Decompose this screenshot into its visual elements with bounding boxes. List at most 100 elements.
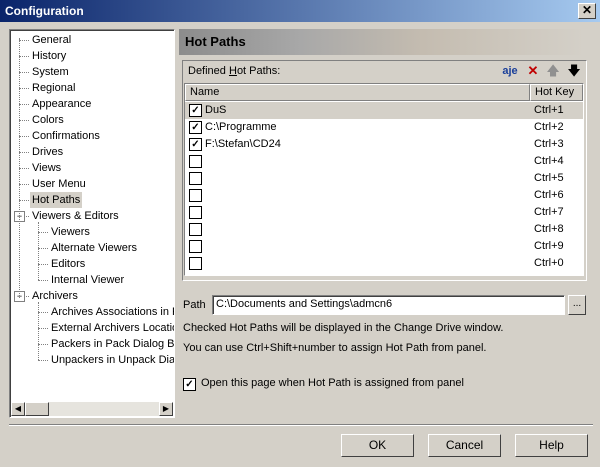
row-checkbox[interactable] [189,155,202,168]
table-row[interactable]: Ctrl+6 [185,187,583,204]
tree-connector [38,344,48,345]
tree-item[interactable]: Confirmations [32,128,100,144]
row-hotkey: Ctrl+2 [534,121,564,133]
tree-item[interactable]: Packers in Pack Dialog B [51,336,174,352]
table-row[interactable]: ✓ C:\Programme Ctrl+2 [185,119,583,136]
tree-item[interactable]: External Archivers Locatio [51,320,174,336]
column-header-name[interactable]: Name [185,84,530,101]
ok-button[interactable]: OK [341,434,414,457]
row-checkbox[interactable] [189,257,202,270]
tree-item[interactable]: Editors [51,256,85,272]
open-page-label[interactable]: Open this page when Hot Path is assigned… [201,377,464,389]
tree-connector [19,72,29,73]
row-checkbox[interactable]: ✓ [189,121,202,134]
browse-button[interactable]: ... [568,295,586,315]
path-input[interactable]: C:\Documents and Settings\admcn6 [212,295,565,315]
tree-connector [19,56,29,57]
table-row[interactable]: Ctrl+7 [185,204,583,221]
help-button[interactable]: Help [515,434,588,457]
row-checkbox[interactable] [189,189,202,202]
tree-item[interactable]: User Menu [32,176,86,192]
tree-item[interactable]: Archives Associations in F [51,304,174,320]
row-hotkey: Ctrl+7 [534,206,564,218]
tree-connector [38,328,48,329]
tree-connector [38,302,39,360]
table-row[interactable]: Ctrl+5 [185,170,583,187]
row-hotkey: Ctrl+5 [534,172,564,184]
tree-connector [38,222,39,280]
row-name: C:\Programme [205,121,277,133]
window-title: Configuration [5,4,84,18]
tree-item[interactable]: Viewers [51,224,90,240]
tree-connector [19,88,29,89]
tree-item[interactable]: Alternate Viewers [51,240,137,256]
settings-tree[interactable]: ◀ ▶ General History System Regional Appearan… [9,29,175,418]
row-checkbox[interactable]: ✓ [189,138,202,151]
tree-connector [19,40,29,41]
row-checkbox[interactable]: ✓ [189,104,202,117]
tree-connector [38,264,48,265]
tree-connector [19,120,29,121]
tree-item[interactable]: Hot Paths [30,192,83,208]
move-down-icon[interactable]: 🡇 [566,63,582,79]
cancel-button[interactable]: Cancel [428,434,501,457]
tree-item[interactable]: Unpackers in Unpack Dia [51,352,174,368]
table-row[interactable]: ✓ DuS Ctrl+1 [185,102,583,119]
move-up-icon[interactable]: 🡅 [545,63,561,79]
tree-horizontal-scrollbar[interactable]: ◀ ▶ [11,402,173,416]
defined-hot-paths-label: Defined Hot Paths: [188,65,281,77]
row-name: DuS [205,104,227,116]
table-row[interactable]: ✓ F:\Stefan\CD24 Ctrl+3 [185,136,583,153]
tree-connector [38,312,48,313]
row-hotkey: Ctrl+8 [534,223,564,235]
row-checkbox[interactable] [189,206,202,219]
hot-paths-group: Defined Hot Paths: aje ✕ 🡅 🡇 Name Hot Ke… [182,60,587,281]
row-checkbox[interactable] [189,223,202,236]
rename-icon[interactable]: aje [502,63,518,79]
hot-paths-list[interactable]: Name Hot Key ✓ DuS Ctrl+1 ✓ C:\Programme Ctrl… [184,83,584,276]
tree-item[interactable]: Internal Viewer [51,272,124,288]
tree-item[interactable]: Appearance [32,96,91,112]
tree-connector [19,104,29,105]
tree-item[interactable]: History [32,48,66,64]
row-checkbox[interactable] [189,240,202,253]
row-hotkey: Ctrl+1 [534,104,564,116]
scroll-left-icon[interactable]: ◀ [11,402,25,416]
row-name: F:\Stefan\CD24 [205,138,281,150]
open-page-checkbox[interactable]: ✓ [183,378,196,391]
tree-item[interactable]: Colors [32,112,64,128]
table-row[interactable]: Ctrl+8 [185,221,583,238]
tree-item[interactable]: General [32,32,71,48]
table-row[interactable]: Ctrl+0 [185,255,583,272]
tree-item[interactable]: Regional [32,80,75,96]
info-text-1: Checked Hot Paths will be displayed in t… [183,322,504,334]
tree-connector [19,200,29,201]
tree-connector [38,232,48,233]
tree-connector [19,168,29,169]
tree-connector [19,38,20,298]
info-text-2: You can use Ctrl+Shift+number to assign … [183,342,487,354]
path-label: Path [183,299,206,311]
tree-connector [19,152,29,153]
tree-item[interactable]: Views [32,160,61,176]
panel-title: Hot Paths [185,34,246,49]
tree-connector [19,136,29,137]
row-hotkey: Ctrl+9 [534,240,564,252]
scroll-right-icon[interactable]: ▶ [159,402,173,416]
table-row[interactable]: Ctrl+4 [185,153,583,170]
column-header-hotkey[interactable]: Hot Key [530,84,583,101]
tree-connector [38,280,48,281]
table-row[interactable]: Ctrl+9 [185,238,583,255]
close-button[interactable]: ✕ [578,3,596,19]
bottom-separator [9,424,593,426]
row-checkbox[interactable] [189,172,202,185]
tree-item[interactable]: Viewers & Editors [32,208,119,224]
tree-connector [38,248,48,249]
row-hotkey: Ctrl+0 [534,257,564,269]
delete-icon[interactable]: ✕ [525,63,541,79]
tree-item[interactable]: System [32,64,69,80]
scroll-thumb[interactable] [25,402,49,416]
row-hotkey: Ctrl+3 [534,138,564,150]
tree-connector [38,360,48,361]
tree-item[interactable]: Drives [32,144,63,160]
